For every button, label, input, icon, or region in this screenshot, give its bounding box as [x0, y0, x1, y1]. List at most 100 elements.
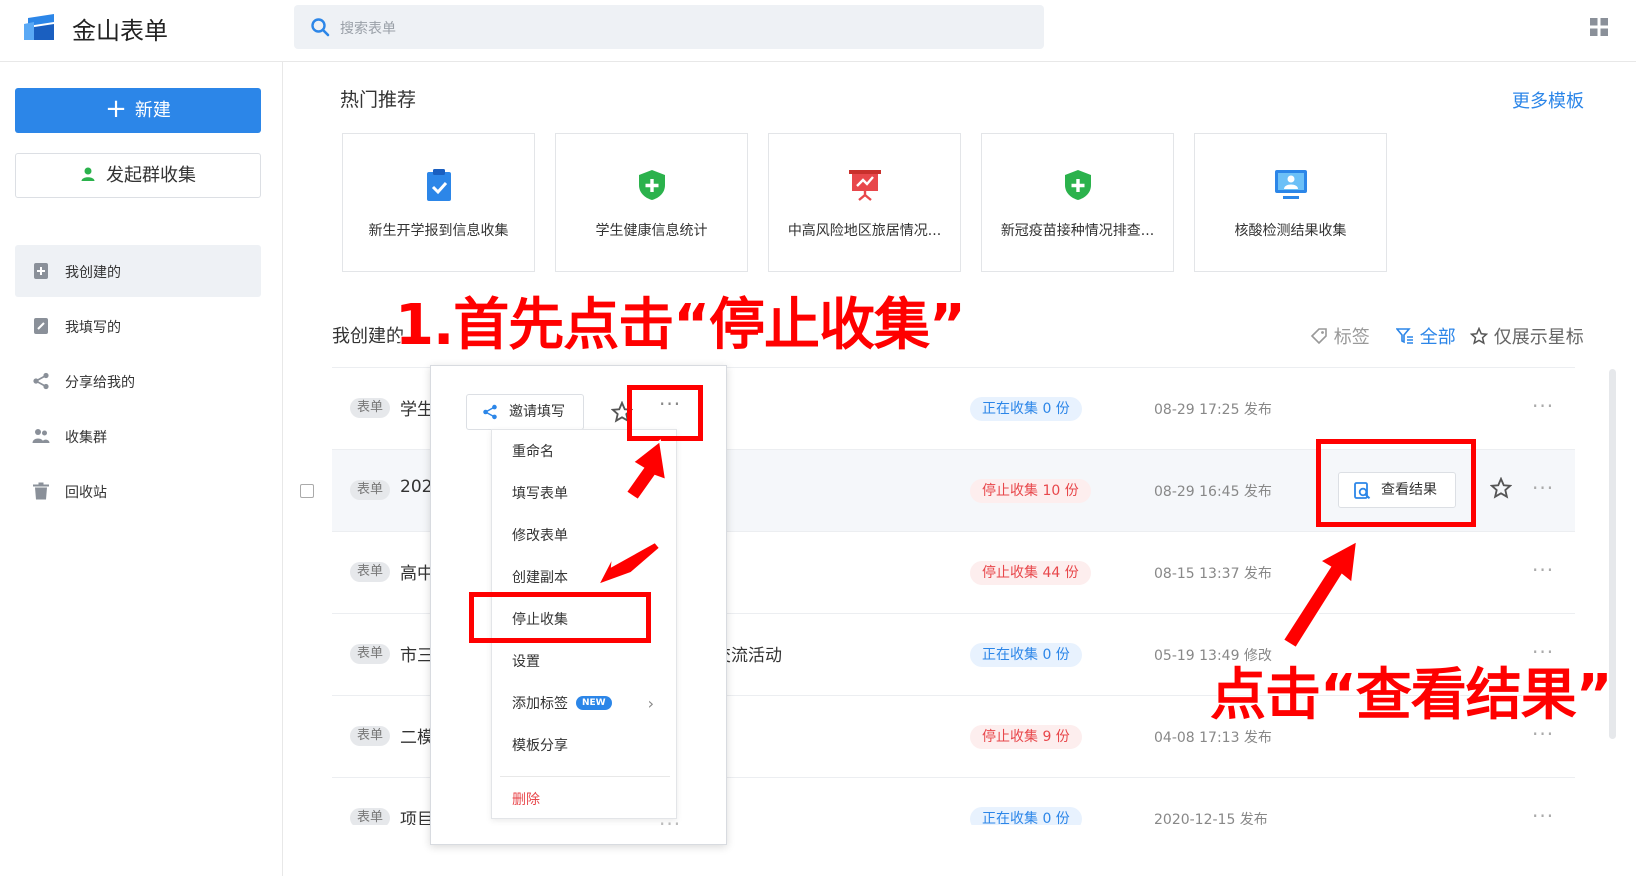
template-card[interactable]: 中高风险地区旅居情况...: [768, 133, 961, 272]
template-card[interactable]: 学生健康信息统计: [555, 133, 748, 272]
template-label: 核酸检测结果收集: [1234, 223, 1347, 239]
share-icon: [483, 404, 497, 420]
presentation-chart-icon: [849, 170, 881, 201]
search-placeholder: 搜索表单: [340, 21, 396, 37]
sidebar-item-label: 我填写的: [65, 320, 121, 336]
annotation-box-stop: [469, 592, 651, 643]
more-options-icon[interactable]: ···: [1532, 476, 1554, 500]
filter-star-button[interactable]: 仅展示星标: [1469, 323, 1584, 349]
share-icon: [33, 372, 49, 390]
trash-icon: [33, 482, 49, 500]
type-badge: 表单: [350, 808, 391, 825]
menu-item-fill[interactable]: 填写表单: [492, 474, 676, 514]
template-label: 新冠疫苗接种情况排查...: [1000, 223, 1155, 239]
sidebar: + 新建 发起群收集 我创建的 我填写的 分享给我的 收集群 回收站: [0, 62, 283, 876]
status-badge: 停止收集 10 份: [970, 479, 1091, 503]
menu-item-settings[interactable]: 设置: [492, 642, 676, 682]
new-badge: NEW: [576, 696, 612, 710]
new-form-label: 新建: [134, 100, 171, 121]
annotation-box-view: [1316, 439, 1476, 527]
hot-section-title: 热门推荐: [340, 89, 417, 111]
form-title[interactable]: 学生: [400, 395, 434, 420]
more-options-icon[interactable]: ···: [659, 812, 681, 836]
type-badge: 表单: [350, 726, 391, 746]
filter-star-label: 仅展示星标: [1493, 327, 1584, 348]
template-card[interactable]: 核酸检测结果收集: [1194, 133, 1387, 272]
filter-all-button[interactable]: 全部: [1395, 323, 1456, 349]
menu-item-add-tag-label: 添加标签: [512, 696, 568, 712]
menu-item-template-share[interactable]: 模板分享: [492, 726, 676, 766]
shield-plus-icon: [639, 170, 665, 200]
template-label: 学生健康信息统计: [595, 223, 708, 239]
type-badge: 表单: [350, 398, 391, 418]
form-edit-icon: [34, 318, 48, 334]
invite-fill-label: 邀请填写: [509, 404, 565, 420]
app-title: 金山表单: [72, 17, 168, 45]
shield-plus-icon: [1065, 170, 1091, 200]
filter-tag-label: 标签: [1333, 327, 1370, 348]
status-badge: 正在收集 0 份: [970, 807, 1082, 825]
menu-item-edit[interactable]: 修改表单: [492, 516, 676, 556]
row-date: 08-15 13:37 发布: [1154, 566, 1272, 582]
sidebar-item-groups[interactable]: 收集群: [15, 410, 261, 462]
chevron-right-icon: ›: [647, 694, 654, 713]
sidebar-item-label: 收集群: [65, 430, 107, 446]
star-icon: [1469, 326, 1489, 345]
sidebar-item-label: 回收站: [65, 485, 107, 501]
sidebar-item-label: 分享给我的: [65, 375, 135, 391]
template-label: 新生开学报到信息收集: [368, 223, 509, 239]
filter-tag-button[interactable]: 标签: [1310, 323, 1370, 349]
more-options-icon[interactable]: ···: [1532, 804, 1554, 825]
sidebar-item-shared[interactable]: 分享给我的: [15, 355, 261, 407]
row-date: 08-29 17:25 发布: [1154, 402, 1272, 418]
form-title[interactable]: 二模: [400, 723, 434, 748]
user-icon: [81, 167, 95, 181]
row-date: 08-29 16:45 发布: [1154, 484, 1272, 500]
plus-icon: +: [105, 93, 127, 124]
search-icon: [311, 18, 330, 37]
type-badge: 表单: [350, 480, 391, 500]
type-badge: 表单: [350, 562, 391, 582]
menu-item-add-tag[interactable]: 添加标签 NEW ›: [492, 684, 676, 724]
more-options-icon[interactable]: ···: [1532, 558, 1554, 582]
status-badge: 正在收集 0 份: [970, 397, 1082, 421]
app-logo-icon[interactable]: [24, 12, 60, 42]
type-badge: 表单: [350, 644, 391, 664]
star-icon[interactable]: [1490, 477, 1512, 499]
more-templates-link[interactable]: 更多模板: [1512, 87, 1584, 113]
form-title[interactable]: 项目: [400, 805, 434, 825]
row-date: 2020-12-15 发布: [1154, 812, 1268, 825]
template-card[interactable]: 新生开学报到信息收集: [342, 133, 535, 272]
sidebar-item-label: 我创建的: [65, 265, 121, 281]
apps-grid-icon[interactable]: [1590, 18, 1608, 36]
more-options-icon[interactable]: ···: [1532, 394, 1554, 418]
search-input[interactable]: 搜索表单: [294, 5, 1044, 49]
invite-fill-button[interactable]: 邀请填写: [466, 394, 584, 430]
annotation-step2: 点击“查看结果”: [1209, 662, 1614, 729]
form-title[interactable]: 202: [400, 477, 432, 497]
menu-divider: [500, 776, 670, 777]
new-form-button[interactable]: + 新建: [15, 88, 261, 133]
status-badge: 正在收集 0 份: [970, 643, 1082, 667]
template-label: 中高风险地区旅居情况...: [787, 223, 942, 239]
row-checkbox[interactable]: [300, 484, 314, 498]
my-forms-title: 我创建的: [332, 326, 404, 347]
annotation-step1: 1.首先点击“停止收集”: [394, 292, 967, 359]
status-badge: 停止收集 9 份: [970, 725, 1082, 749]
sidebar-item-created[interactable]: 我创建的: [15, 245, 261, 297]
group-icon: [32, 429, 50, 443]
form-add-icon: [34, 263, 48, 279]
form-title[interactable]: 市三: [400, 641, 434, 666]
clipboard-check-icon: [427, 169, 451, 201]
group-collect-label: 发起群收集: [106, 165, 196, 186]
group-collect-button[interactable]: 发起群收集: [15, 153, 261, 198]
filter-icon: [1395, 328, 1413, 344]
form-title[interactable]: 高中: [400, 559, 434, 584]
annotation-box-more: [627, 385, 703, 441]
status-badge: 停止收集 44 份: [970, 561, 1091, 585]
sidebar-item-trash[interactable]: 回收站: [15, 465, 261, 517]
sidebar-item-filled[interactable]: 我填写的: [15, 300, 261, 352]
menu-item-delete[interactable]: 删除: [492, 780, 676, 820]
template-card[interactable]: 新冠疫苗接种情况排查...: [981, 133, 1174, 272]
tag-icon: [1310, 328, 1327, 345]
